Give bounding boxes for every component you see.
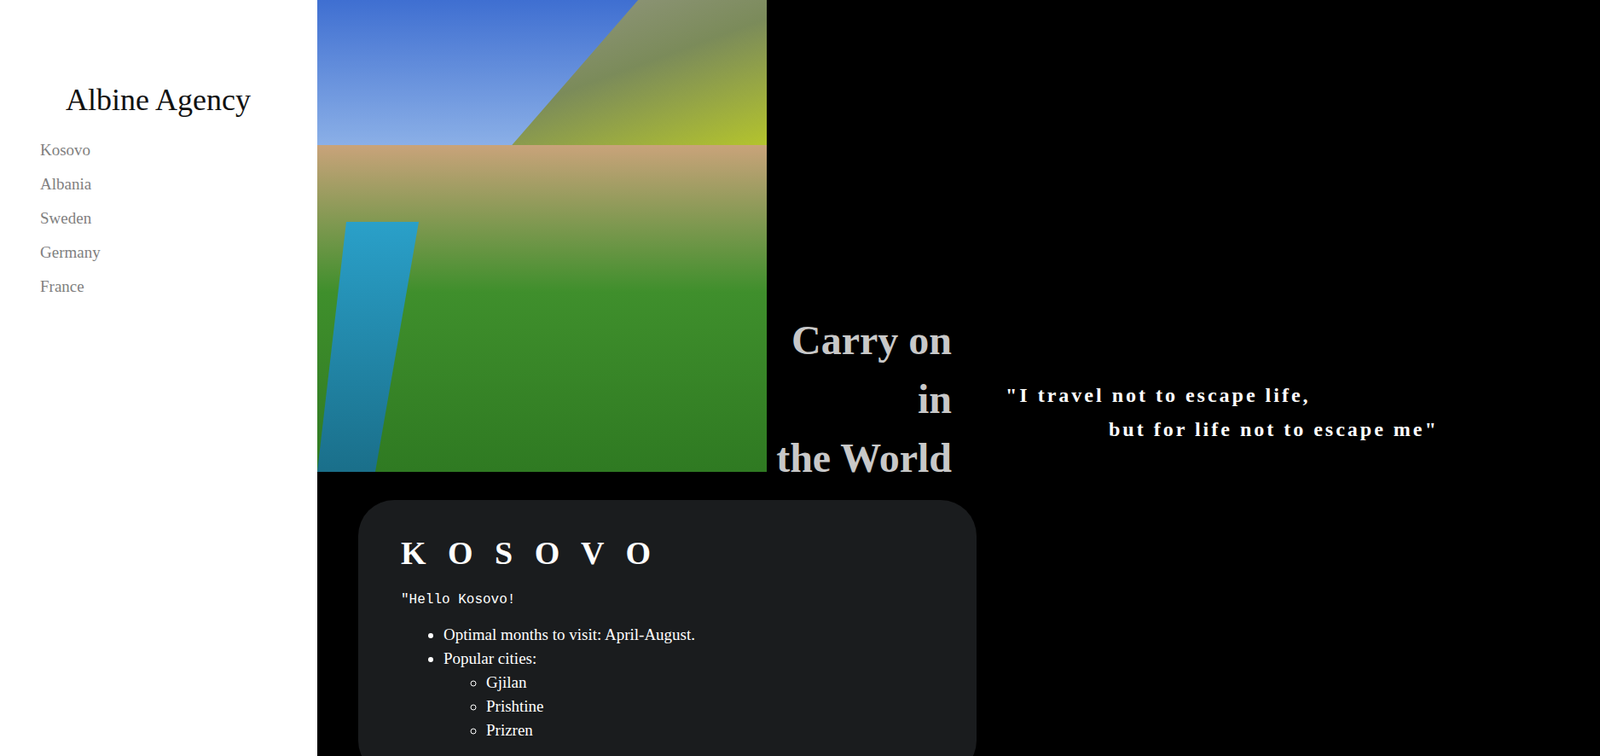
facts-list: Optimal months to visit: April-August. P… xyxy=(400,622,934,743)
city-item: Gjilan xyxy=(486,670,934,695)
quote: "I travel not to escape life,but for lif… xyxy=(1005,377,1439,447)
fact-item: Popular cities: GjilanPrishtinePrizren xyxy=(443,646,934,743)
city-item: Prizren xyxy=(486,718,934,743)
country-card: K O S O V O "Hello Kosovo! Optimal month… xyxy=(358,499,977,756)
page: Albine Agency Kosovo Albania Sweden Germany… xyxy=(0,0,1600,756)
nav-item[interactable]: Sweden xyxy=(40,208,301,229)
tagline-line: in xyxy=(766,369,952,429)
nav-item[interactable]: France xyxy=(40,276,301,297)
card-title: K O S O V O xyxy=(400,533,934,572)
tagline-line: Carry on xyxy=(766,310,952,370)
tagline-line: the World xyxy=(766,428,952,487)
nav-item[interactable]: Kosovo xyxy=(40,139,301,161)
city-item: Prishtine xyxy=(486,694,934,719)
main-content: Carry oninthe World "I travel not to esc… xyxy=(317,0,1600,756)
nav-menu: Kosovo Albania Sweden Germany France xyxy=(40,139,301,297)
sidebar: Albine Agency Kosovo Albania Sweden Germany… xyxy=(0,0,318,756)
tagline: Carry oninthe World xyxy=(766,310,952,487)
fact-item: Optimal months to visit: April-August. xyxy=(443,622,934,647)
nav-item[interactable]: Albania xyxy=(40,173,301,195)
hero: Carry oninthe World "I travel not to esc… xyxy=(317,0,1600,472)
quote-line: "I travel not to escape life, xyxy=(1005,377,1439,412)
hero-photo xyxy=(317,0,767,472)
city-list: GjilanPrishtinePrizren xyxy=(443,670,934,743)
nav-item[interactable]: Germany xyxy=(40,242,301,263)
brand-title: Albine Agency xyxy=(65,81,301,118)
card-intro: "Hello Kosovo! xyxy=(400,591,934,608)
quote-line: but for life not to escape me" xyxy=(1005,411,1439,447)
